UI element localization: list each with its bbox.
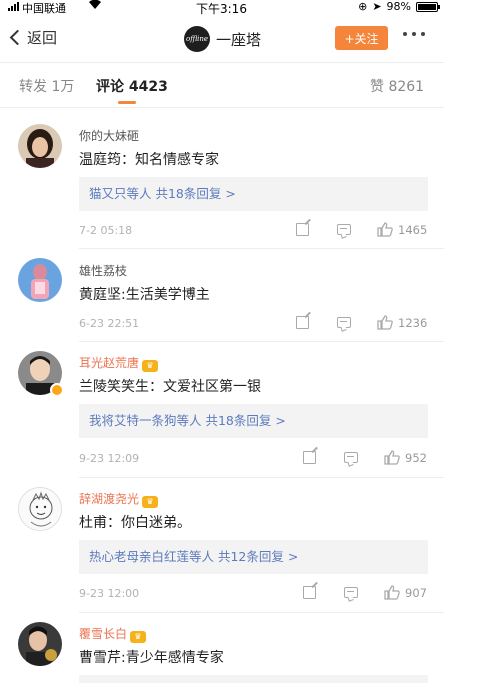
battery-icon bbox=[416, 1, 440, 12]
signal-icon bbox=[8, 2, 19, 11]
more-icon[interactable] bbox=[403, 32, 425, 36]
tab-repost[interactable]: 转发 1万 bbox=[19, 76, 74, 96]
comment-text: 温庭筠：知名情感专家 bbox=[79, 152, 219, 168]
tab-bar: 转发 1万 评论 4423 赞 8261 bbox=[0, 64, 444, 108]
comment-time: 6-23 22:51 bbox=[79, 317, 140, 330]
comment-username[interactable]: 雄性荔枝 bbox=[79, 262, 127, 279]
lock-rotation-icon: ⊕ bbox=[358, 0, 368, 13]
clock: 下午3:16 bbox=[196, 2, 247, 16]
avatar[interactable] bbox=[18, 258, 62, 302]
account-header[interactable]: offline 一座塔 bbox=[184, 26, 261, 52]
comment-divider bbox=[79, 477, 444, 478]
username-text: 覆雪长白 bbox=[79, 627, 128, 641]
like-icon[interactable] bbox=[377, 315, 393, 330]
avatar[interactable] bbox=[18, 124, 62, 168]
repost-icon[interactable] bbox=[303, 586, 316, 599]
avatar[interactable] bbox=[18, 622, 62, 666]
reply-icon[interactable] bbox=[337, 224, 351, 235]
comment-actions: 1465 bbox=[296, 222, 427, 237]
avatar[interactable] bbox=[18, 487, 62, 531]
status-right: ⊕ ➤ 98% bbox=[358, 0, 440, 13]
battery-percent: 98% bbox=[386, 0, 411, 13]
like-icon[interactable] bbox=[377, 222, 393, 237]
carrier-label: 中国联通 bbox=[22, 2, 66, 15]
comment-time: 7-2 05:18 bbox=[79, 224, 133, 237]
comment-actions: 907 bbox=[303, 585, 427, 600]
comment-text: 杜甫：你白迷弟。 bbox=[79, 515, 191, 531]
comment-text: 黄庭坚:生活美学博主 bbox=[79, 287, 210, 303]
back-button[interactable]: 返回 bbox=[9, 27, 58, 48]
vip-crown-icon: ♛ bbox=[130, 631, 147, 643]
comment-time: 9-23 12:00 bbox=[79, 587, 140, 600]
reply-summary[interactable]: 我将艾特一条狗等人 共18条回复 > bbox=[79, 404, 428, 438]
like-count: 1236 bbox=[398, 315, 428, 330]
tab-comments[interactable]: 评论 4423 bbox=[96, 76, 168, 96]
account-logo: offline bbox=[184, 26, 210, 52]
like-icon[interactable] bbox=[384, 450, 400, 465]
verified-badge-icon bbox=[50, 383, 64, 397]
reply-summary[interactable]: 热心老母亲白红莲等人 共12条回复 > bbox=[79, 540, 428, 574]
comment-divider bbox=[79, 248, 444, 249]
comment-divider bbox=[79, 612, 444, 613]
username-text: 辞湖渡尧光 bbox=[79, 492, 140, 506]
nav-bar: 返回 offline 一座塔 +关注 bbox=[0, 22, 444, 58]
reply-icon[interactable] bbox=[344, 587, 358, 598]
comment-divider bbox=[79, 341, 444, 342]
account-name: 一座塔 bbox=[216, 30, 262, 49]
weibo-comments-screen: 中国联通 下午3:16 ⊕ ➤ 98% 返回 offline 一座塔 +关注 转… bbox=[0, 0, 444, 683]
vip-crown-icon: ♛ bbox=[142, 496, 159, 508]
vip-crown-icon: ♛ bbox=[142, 360, 159, 372]
back-label: 返回 bbox=[27, 29, 58, 47]
reply-summary[interactable]: 猫又只等人 共18条回复 > bbox=[79, 177, 428, 211]
like-count: 907 bbox=[405, 585, 427, 600]
repost-icon[interactable] bbox=[296, 223, 309, 236]
comment-text: 兰陵笑笑生：文爱社区第一银 bbox=[79, 379, 261, 395]
chevron-left-icon bbox=[9, 29, 26, 46]
comment-username[interactable]: 你的大妹砸 bbox=[79, 127, 139, 144]
wifi-icon bbox=[88, 0, 102, 13]
comment-username[interactable]: 辞湖渡尧光 ♛ bbox=[79, 490, 159, 508]
like-count: 1465 bbox=[398, 222, 428, 237]
comment-actions: 952 bbox=[303, 450, 427, 465]
location-icon: ➤ bbox=[372, 0, 382, 13]
tab-likes[interactable]: 赞 8261 bbox=[370, 76, 424, 96]
repost-icon[interactable] bbox=[296, 316, 309, 329]
comment-actions: 1236 bbox=[296, 315, 427, 330]
comment-username[interactable]: 耳光赵荒唐 ♛ bbox=[79, 354, 159, 372]
username-text: 耳光赵荒唐 bbox=[79, 356, 140, 370]
active-tab-indicator bbox=[118, 101, 136, 104]
status-bar: 中国联通 下午3:16 ⊕ ➤ 98% bbox=[0, 0, 444, 16]
like-icon[interactable] bbox=[384, 585, 400, 600]
repost-icon[interactable] bbox=[303, 451, 316, 464]
comment-time: 9-23 12:09 bbox=[79, 452, 140, 465]
header-divider bbox=[0, 62, 444, 63]
follow-button[interactable]: +关注 bbox=[335, 26, 388, 50]
reply-icon[interactable] bbox=[337, 317, 351, 328]
comment-text: 曹雪芹:青少年感情专家 bbox=[79, 650, 224, 666]
like-count: 952 bbox=[405, 450, 427, 465]
reply-icon[interactable] bbox=[344, 452, 358, 463]
comment-username[interactable]: 覆雪长白 ♛ bbox=[79, 625, 147, 643]
reply-summary[interactable] bbox=[79, 675, 428, 683]
